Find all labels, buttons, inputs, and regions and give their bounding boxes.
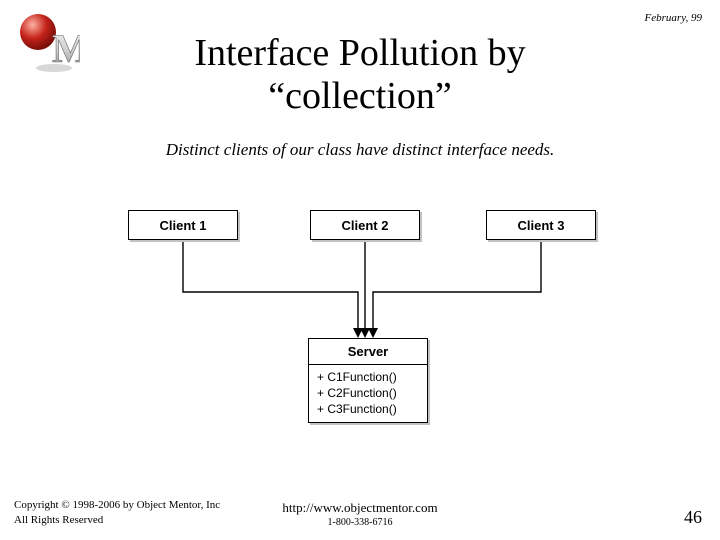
- slide-title: Interface Pollution by “collection”: [0, 32, 720, 117]
- uml-diagram: Client 1 Client 2 Client 3 Server + C1Fu…: [120, 200, 600, 470]
- uml-server: Server + C1Function() + C2Function() + C…: [308, 338, 428, 423]
- url-text: http://www.objectmentor.com: [282, 500, 437, 515]
- uml-member: + C2Function(): [317, 385, 419, 401]
- uml-member: + C1Function(): [317, 369, 419, 385]
- slide-subtitle: Distinct clients of our class have disti…: [0, 140, 720, 160]
- uml-server-members: + C1Function() + C2Function() + C3Functi…: [309, 365, 427, 422]
- uml-server-name: Server: [309, 339, 427, 365]
- title-line-2: “collection”: [268, 75, 452, 117]
- slide-date: February, 99: [645, 12, 702, 24]
- footer-phone: 1-800-338-6716: [0, 517, 720, 528]
- uml-member: + C3Function(): [317, 401, 419, 417]
- title-line-1: Interface Pollution by: [194, 32, 525, 74]
- page-number: 46: [684, 507, 702, 528]
- slide: February, 99 M Interface Pollution by: [0, 0, 720, 540]
- footer-url: http://www.objectmentor.com 1-800-338-67…: [0, 500, 720, 528]
